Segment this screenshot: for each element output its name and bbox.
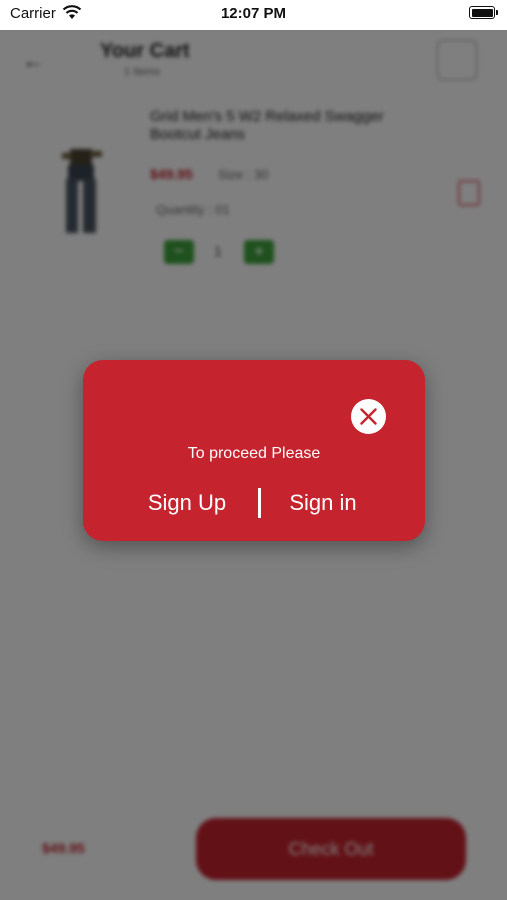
status-bar: Carrier 12:07 PM: [0, 0, 507, 30]
sign-up-button[interactable]: Sign Up: [127, 490, 247, 516]
divider: [258, 488, 261, 518]
clock: 12:07 PM: [220, 5, 287, 22]
close-button[interactable]: [351, 399, 386, 434]
sign-in-button[interactable]: Sign in: [273, 490, 373, 516]
signin-prompt-dialog: To proceed Please Sign Up Sign in: [83, 360, 425, 541]
close-icon: [360, 408, 377, 425]
dialog-message: To proceed Please: [187, 445, 321, 462]
battery-icon: [469, 6, 498, 19]
